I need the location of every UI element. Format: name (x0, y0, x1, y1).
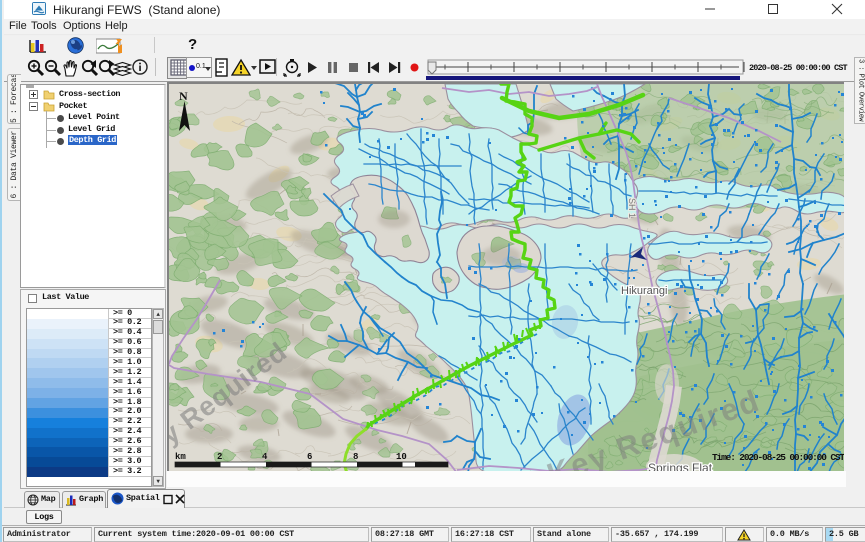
svg-text:10: 10 (396, 452, 407, 462)
svg-text:6: 6 (307, 452, 312, 462)
svg-text:4: 4 (262, 452, 268, 462)
svg-text:2: 2 (217, 452, 222, 462)
svg-text:Hikurangi: Hikurangi (621, 285, 667, 297)
svg-text:N: N (179, 89, 188, 103)
svg-text:SH 1: SH 1 (627, 198, 637, 218)
svg-text:Time: 2020-08-25 00:00:00 CST: Time: 2020-08-25 00:00:00 CST (712, 452, 844, 463)
svg-text:km: km (175, 452, 186, 462)
svg-text:8: 8 (353, 452, 358, 462)
svg-text:Springs Flat: Springs Flat (648, 461, 713, 471)
